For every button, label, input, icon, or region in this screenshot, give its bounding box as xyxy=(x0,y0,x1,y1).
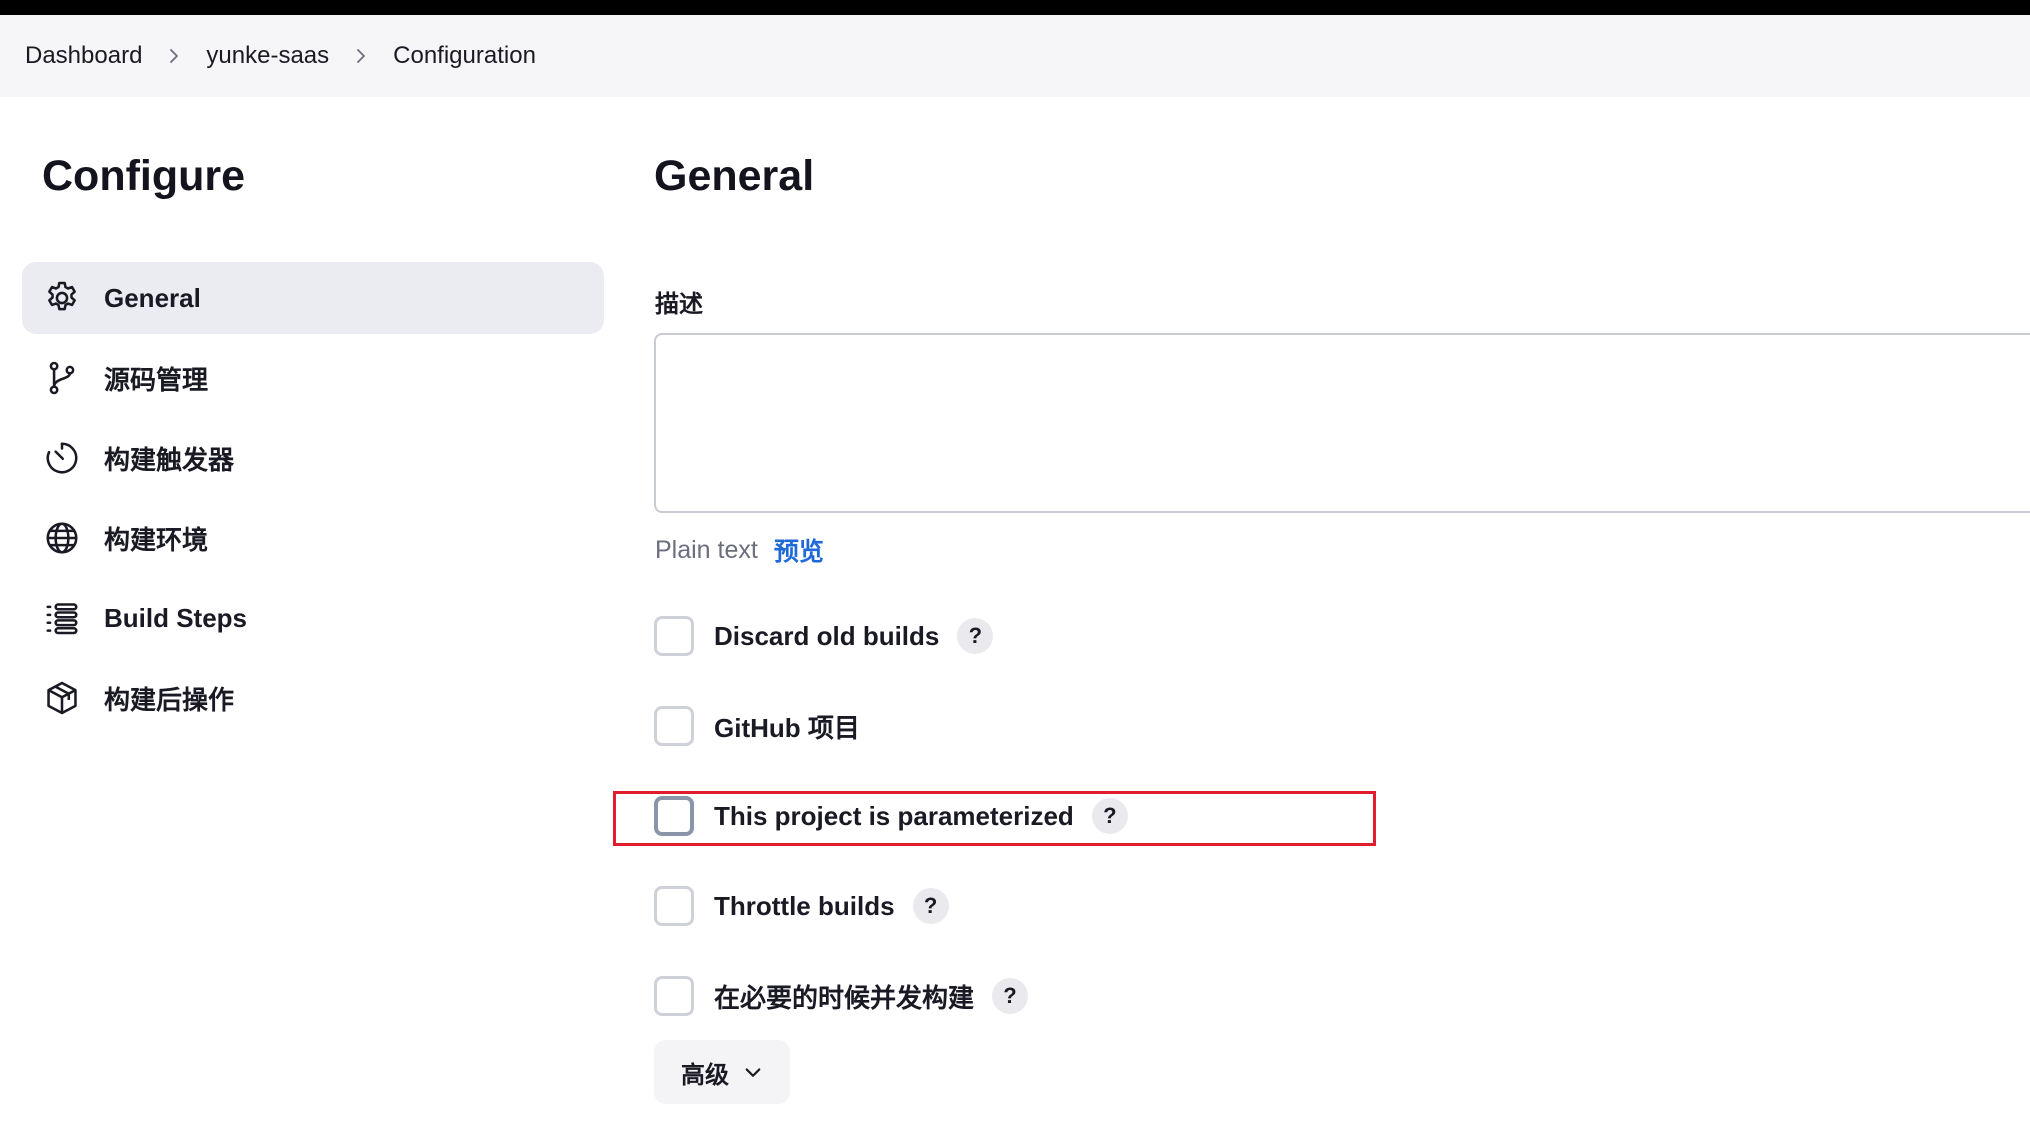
sidebar-title: Configure xyxy=(42,152,246,200)
breadcrumb-configuration[interactable]: Configuration xyxy=(393,42,536,70)
sidebar-item-label: 构建环境 xyxy=(104,524,209,555)
sidebar-item-label: Build Steps xyxy=(104,602,248,633)
format-label: Plain text xyxy=(655,535,758,564)
option-discard-old-builds: Discard old builds ? xyxy=(654,614,994,658)
git-branch-icon xyxy=(42,358,82,398)
timer-icon xyxy=(42,438,82,478)
advanced-label: 高级 xyxy=(681,1061,729,1089)
chevron-right-icon xyxy=(142,41,206,71)
advanced-button[interactable]: 高级 xyxy=(654,1040,790,1104)
sidebar-item-label: 源码管理 xyxy=(104,364,209,395)
sidebar-item-source-control[interactable]: 源码管理 xyxy=(22,342,604,414)
window-top-bar xyxy=(0,0,2030,15)
chevron-right-icon xyxy=(329,41,393,71)
description-input[interactable] xyxy=(654,333,2030,513)
option-label: 在必要的时候并发构建 xyxy=(714,982,975,1013)
sidebar-item-build-environment[interactable]: 构建环境 xyxy=(22,502,604,574)
option-label: GitHub 项目 xyxy=(714,712,860,743)
sidebar: General 源码管理 构建触发器 构建环境 Build Steps 构建后操… xyxy=(22,262,604,742)
page-title: General xyxy=(654,152,815,200)
help-button[interactable]: ? xyxy=(912,888,949,924)
option-github-project: GitHub 项目 xyxy=(654,704,860,748)
discard-old-builds-checkbox[interactable] xyxy=(654,616,694,656)
gear-icon xyxy=(42,278,82,318)
help-button[interactable]: ? xyxy=(957,618,994,654)
sidebar-item-label: 构建触发器 xyxy=(104,444,235,475)
help-button[interactable]: ? xyxy=(992,978,1029,1014)
globe-icon xyxy=(42,518,82,558)
breadcrumb-dashboard[interactable]: Dashboard xyxy=(25,42,142,70)
github-project-checkbox[interactable] xyxy=(654,706,694,746)
chevron-down-icon xyxy=(745,1068,761,1077)
description-label: 描述 xyxy=(655,291,703,318)
sidebar-item-label: General xyxy=(104,282,201,313)
highlight-annotation xyxy=(613,791,1376,846)
option-throttle-builds: Throttle builds ? xyxy=(654,884,949,928)
option-concurrent-builds: 在必要的时候并发构建 ? xyxy=(654,974,1029,1018)
throttle-builds-checkbox[interactable] xyxy=(654,886,694,926)
sidebar-item-general[interactable]: General xyxy=(22,262,604,334)
breadcrumb-project[interactable]: yunke-saas xyxy=(206,42,329,70)
concurrent-builds-checkbox[interactable] xyxy=(654,976,694,1016)
preview-link[interactable]: 预览 xyxy=(774,532,824,568)
sidebar-item-post-build[interactable]: 构建后操作 xyxy=(22,662,604,734)
list-icon xyxy=(42,598,82,638)
breadcrumb: Dashboard yunke-saas Configuration xyxy=(0,15,2030,97)
sidebar-item-build-steps[interactable]: Build Steps xyxy=(22,582,604,654)
option-label: Throttle builds xyxy=(714,890,895,921)
sidebar-item-build-triggers[interactable]: 构建触发器 xyxy=(22,422,604,494)
package-icon xyxy=(42,678,82,718)
sidebar-item-label: 构建后操作 xyxy=(104,684,235,715)
option-label: Discard old builds xyxy=(714,620,940,651)
description-format-row: Plain text 预览 xyxy=(655,532,824,568)
